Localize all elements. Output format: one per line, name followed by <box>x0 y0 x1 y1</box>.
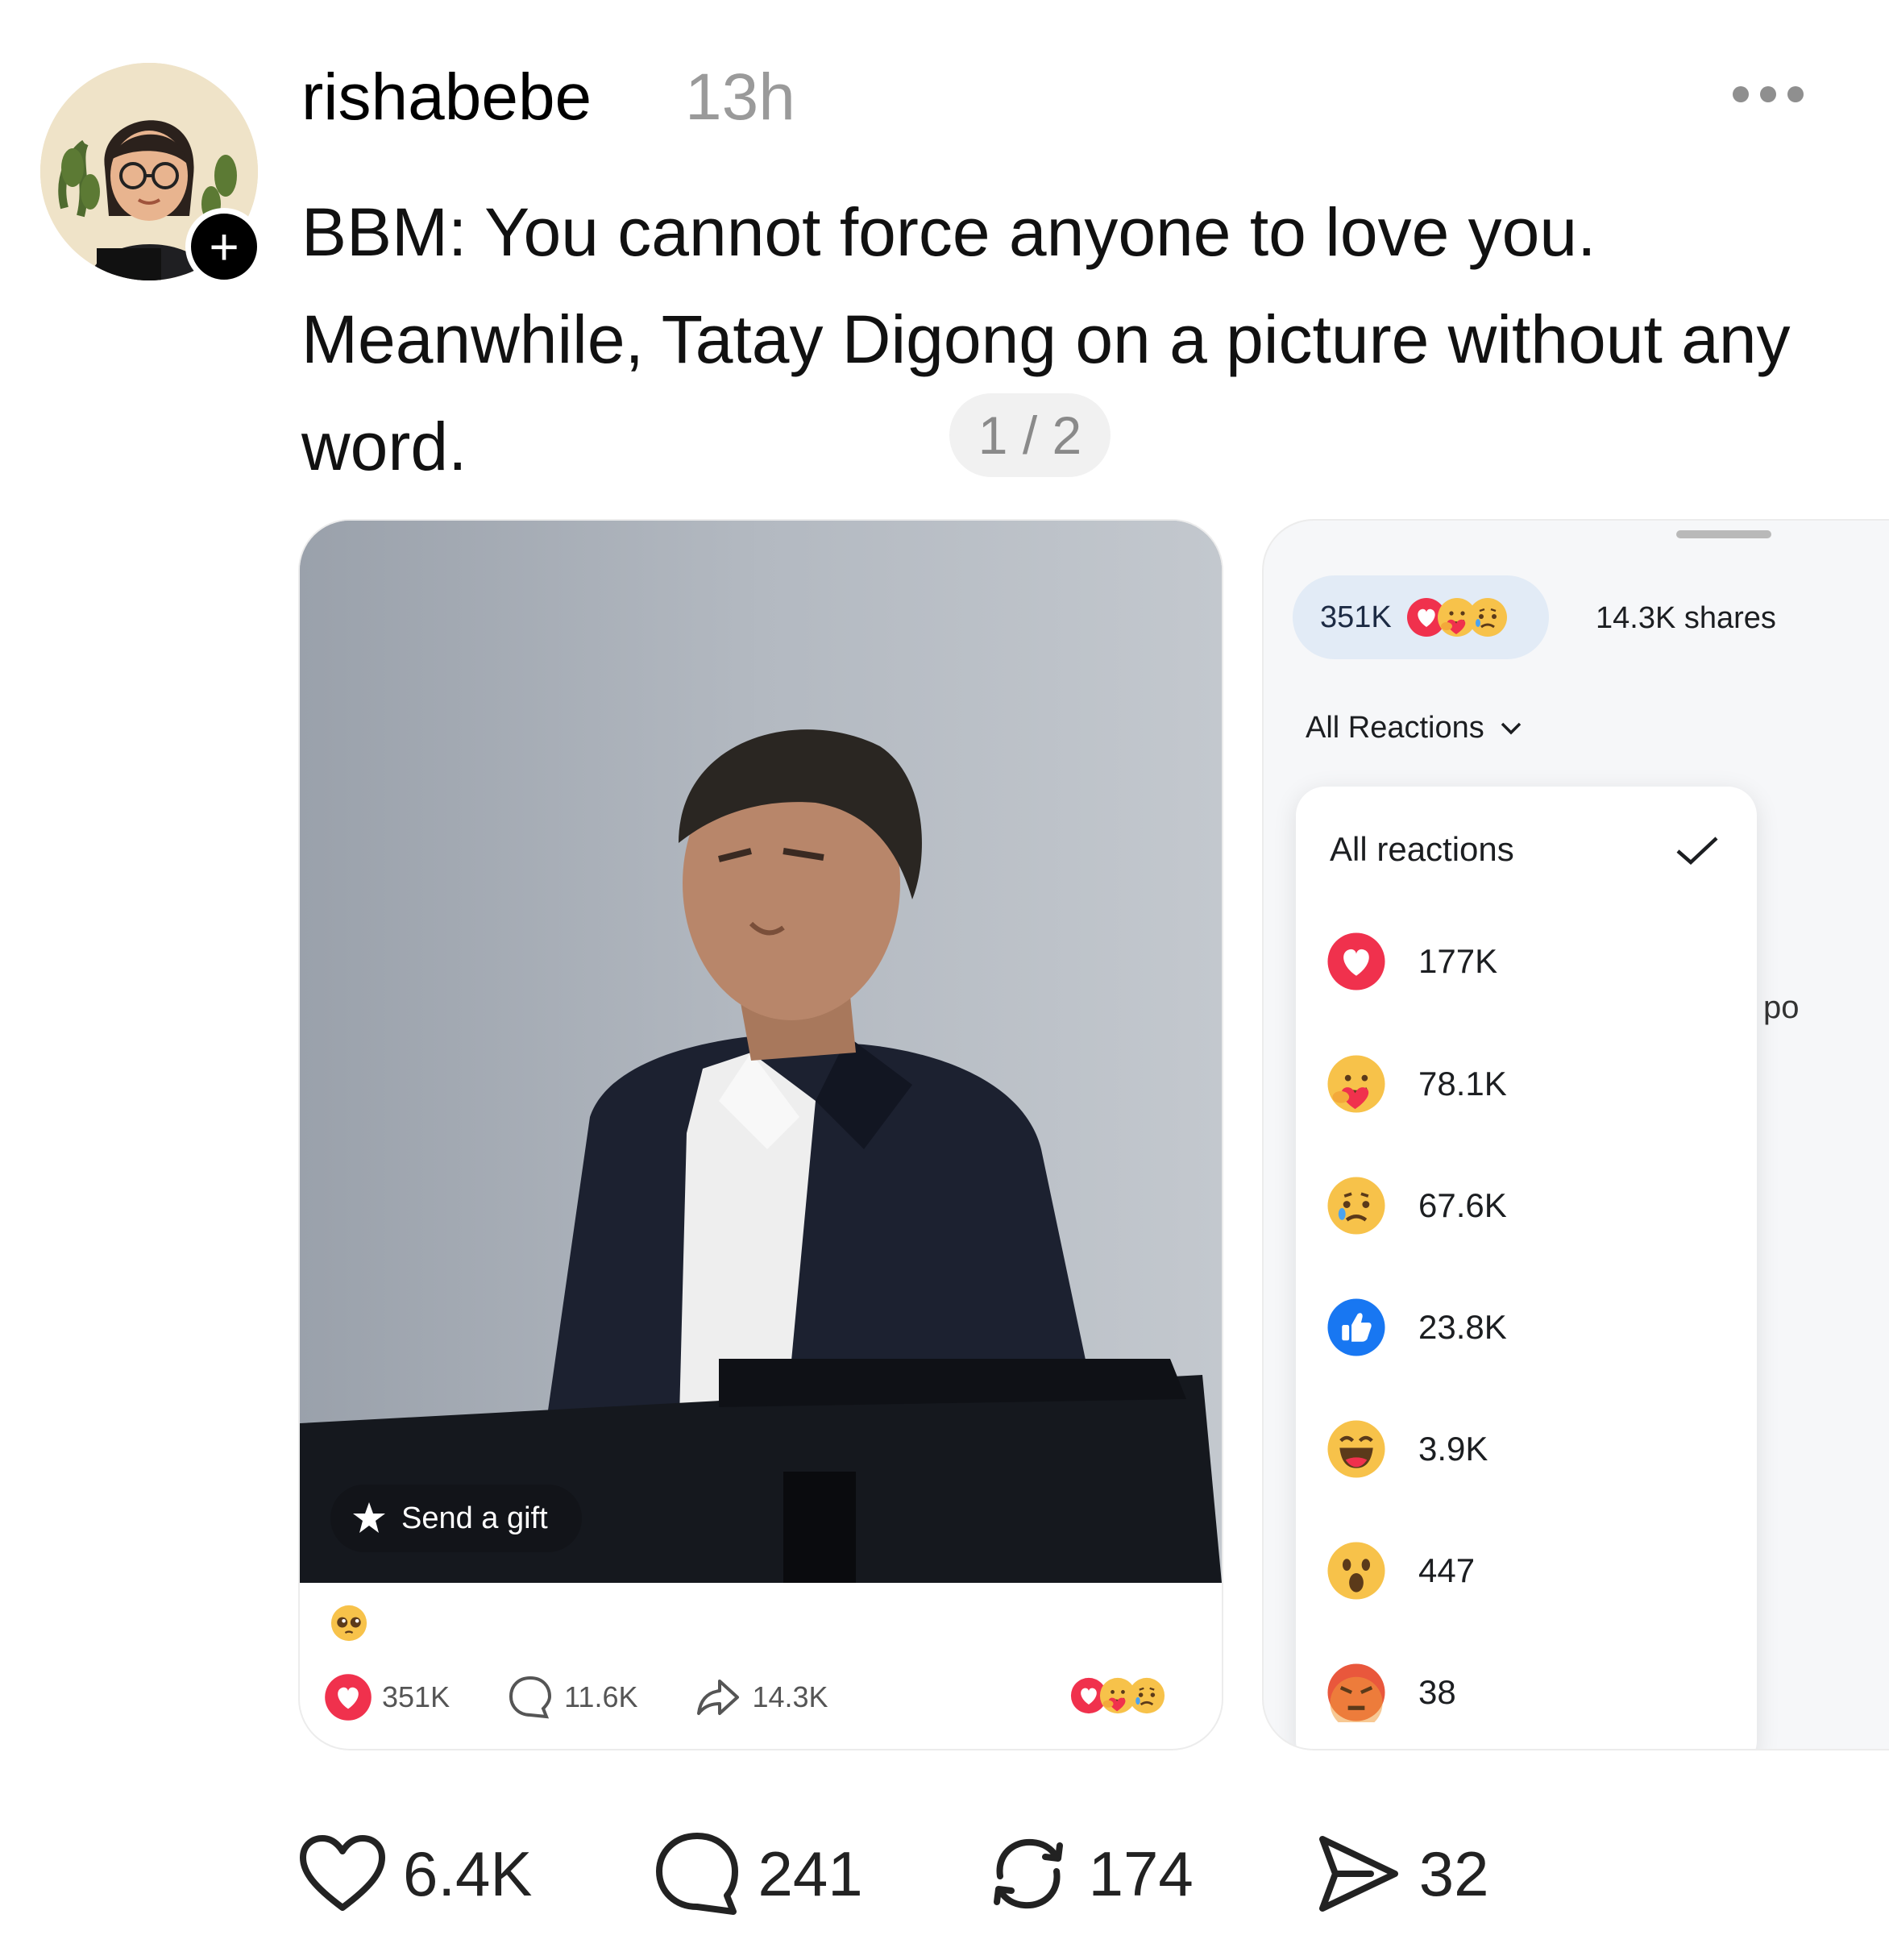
plus-icon: + <box>209 218 239 276</box>
reaction-row-sad[interactable]: 67.6K <box>1326 1174 1507 1237</box>
shares-count-label[interactable]: 14.3K shares <box>1596 601 1776 636</box>
love-icon <box>325 1674 372 1721</box>
mini-share-count: 14.3K <box>752 1680 828 1713</box>
comment-icon <box>509 1676 552 1719</box>
checkmark-icon <box>1676 837 1718 866</box>
mini-reaction-stat[interactable]: 351K <box>324 1673 450 1721</box>
sad-icon <box>1467 597 1508 637</box>
pleading-emoji-icon <box>330 1605 367 1642</box>
follow-plus-button[interactable]: + <box>185 208 263 285</box>
send-icon <box>1318 1836 1398 1912</box>
mini-share-stat[interactable]: 14.3K <box>694 1673 828 1721</box>
reaction-count: 67.6K <box>1418 1186 1507 1224</box>
reactions-dropdown-menu: All reactions 177K 78.1K 67.6K 23.8K 3.9… <box>1296 787 1757 1749</box>
haha-icon <box>1326 1419 1386 1479</box>
care-icon <box>1326 1054 1386 1114</box>
comment-count: 241 <box>758 1838 863 1909</box>
wow-icon <box>1327 1542 1385 1600</box>
username[interactable]: rishabebe <box>301 60 592 135</box>
repost-button[interactable]: 174 <box>984 1829 1194 1918</box>
sheet-drag-handle[interactable] <box>1676 530 1771 538</box>
reaction-row-angry[interactable]: 38 <box>1326 1661 1456 1724</box>
mini-reaction-count: 351K <box>382 1680 450 1713</box>
heart-icon <box>300 1835 385 1911</box>
reaction-count: 3.9K <box>1418 1430 1488 1468</box>
more-options-icon[interactable] <box>1733 84 1804 105</box>
comment-button[interactable]: 241 <box>653 1829 863 1918</box>
repost-icon <box>993 1838 1063 1909</box>
send-gift-label: Send a gift <box>401 1501 548 1535</box>
reaction-count: 38 <box>1418 1673 1456 1711</box>
media-card-reactions[interactable]: 351K 14.3K shares All Reactions po All r… <box>1264 521 1889 1749</box>
chevron-down-icon <box>1501 722 1522 734</box>
share-button[interactable]: 32 <box>1314 1829 1489 1918</box>
reaction-count: 177K <box>1418 942 1498 980</box>
reaction-row-care[interactable]: 78.1K <box>1326 1053 1507 1115</box>
repost-count: 174 <box>1088 1838 1194 1909</box>
reaction-count: 23.8K <box>1418 1308 1507 1346</box>
like-icon <box>1327 1298 1385 1356</box>
media-page-indicator: 1 / 2 <box>949 393 1111 477</box>
share-arrow-icon <box>697 1680 740 1715</box>
gift-star-icon <box>353 1502 385 1533</box>
reaction-row-like[interactable]: 23.8K <box>1326 1296 1507 1359</box>
partial-text: po <box>1763 990 1800 1025</box>
love-icon <box>1327 932 1385 990</box>
reaction-count: 447 <box>1418 1551 1476 1589</box>
angry-icon <box>1326 1663 1386 1722</box>
post-photo[interactable] <box>300 521 1222 1583</box>
dropdown-option-all-reactions[interactable]: All reactions <box>1330 830 1514 869</box>
post-timestamp: 13h <box>685 60 795 134</box>
photo-illustration <box>300 521 1222 1583</box>
sad-icon <box>1128 1677 1165 1714</box>
reaction-count: 78.1K <box>1418 1065 1507 1102</box>
sad-icon <box>1326 1176 1386 1235</box>
mini-comment-count: 11.6K <box>564 1680 638 1713</box>
reaction-summary-pill[interactable]: 351K <box>1293 575 1549 659</box>
reactions-filter-dropdown[interactable]: All Reactions <box>1306 711 1523 745</box>
summary-count: 351K <box>1320 600 1392 634</box>
post-action-bar: 6.4K 241 174 32 <box>298 1829 1489 1918</box>
like-button[interactable]: 6.4K <box>298 1833 532 1914</box>
mini-reaction-icons <box>1070 1671 1165 1720</box>
mini-comment-stat[interactable]: 11.6K <box>506 1673 637 1721</box>
send-gift-button[interactable]: Send a gift <box>330 1485 582 1552</box>
share-count: 32 <box>1418 1838 1489 1909</box>
like-count: 6.4K <box>403 1838 533 1909</box>
reaction-row-love[interactable]: 177K <box>1326 930 1497 993</box>
reactions-filter-label: All Reactions <box>1306 711 1484 745</box>
reaction-row-haha[interactable]: 3.9K <box>1326 1418 1488 1480</box>
media-card-photo[interactable]: Send a gift 351K 11.6K 14.3K <box>300 521 1222 1749</box>
reaction-row-wow[interactable]: 447 <box>1326 1539 1475 1602</box>
media-stats-row: 351K 11.6K 14.3K <box>324 1665 885 1730</box>
comment-icon <box>656 1833 739 1915</box>
